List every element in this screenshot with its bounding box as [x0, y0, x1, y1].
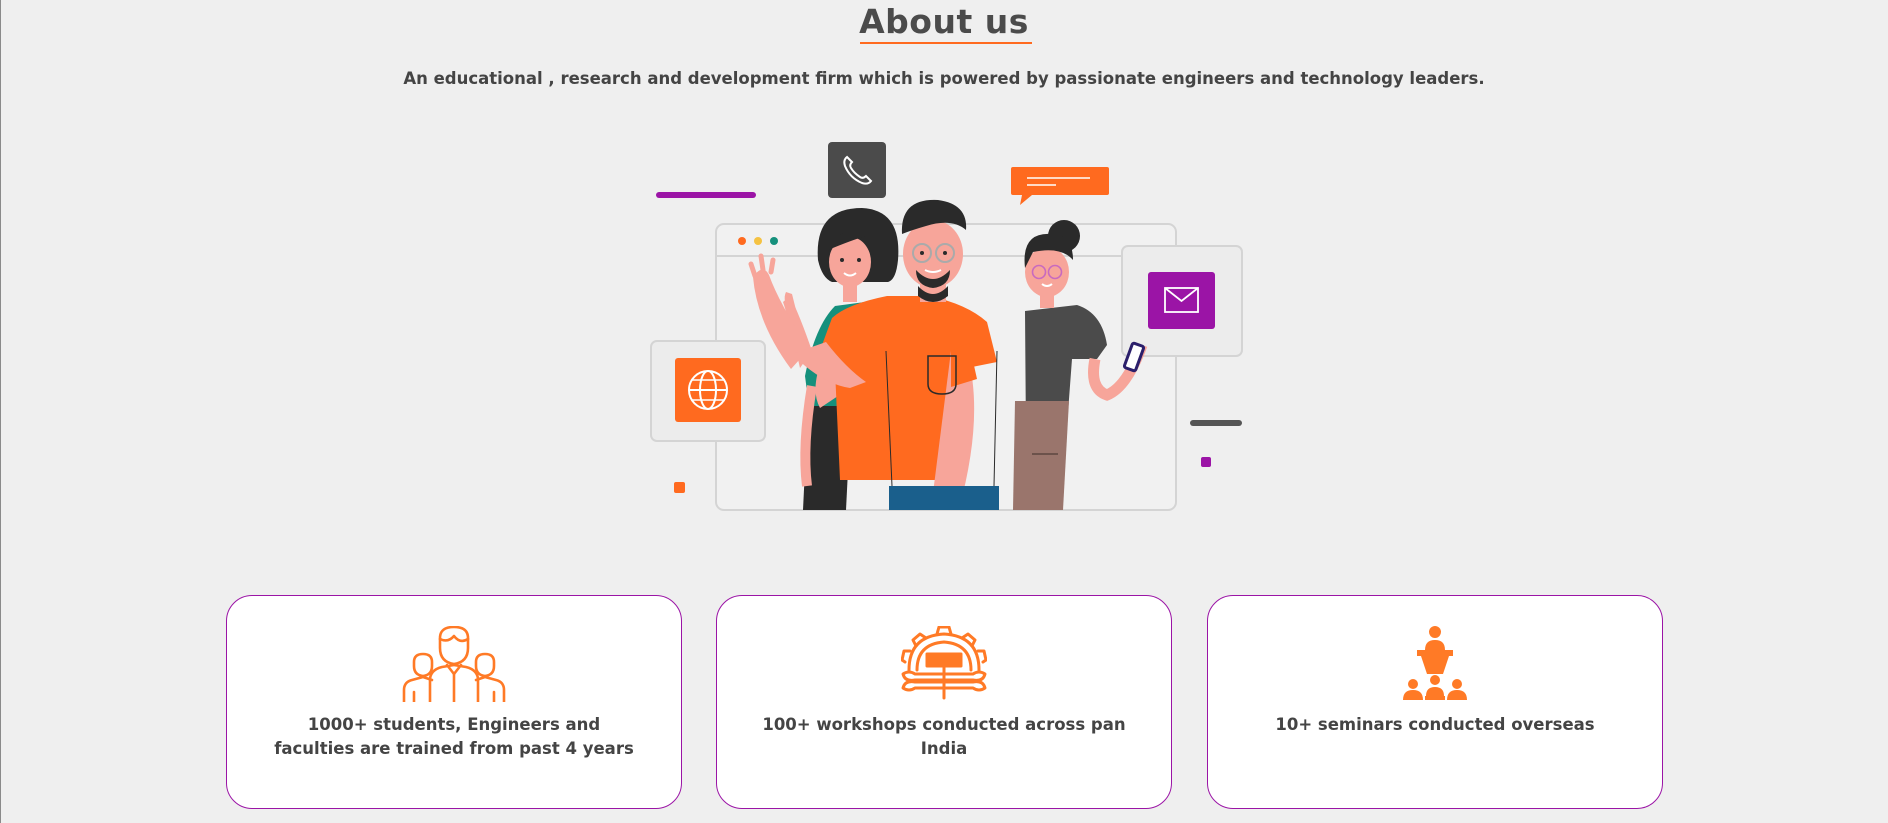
stat-card-workshops: 100+ workshops conducted across pan Indi… — [716, 595, 1172, 809]
mail-icon — [1121, 245, 1243, 357]
team-illustration — [650, 142, 1243, 511]
window-edge — [0, 0, 1, 823]
decor-grey-bar — [1190, 420, 1242, 426]
decor-orange-dot — [674, 482, 685, 493]
phone-icon — [828, 142, 886, 198]
stat-text: 1000+ students, Engineers and faculties … — [274, 715, 634, 758]
stat-card-seminars: 10+ seminars conducted overseas — [1207, 595, 1663, 809]
section-subtitle: An educational , research and developmen… — [403, 69, 1485, 88]
decor-purple-dot — [1201, 457, 1211, 467]
presenter-audience-icon — [1208, 626, 1662, 702]
decor-purple-bar — [656, 192, 756, 198]
title-underline — [860, 42, 1032, 44]
chat-bubble-icon — [1011, 167, 1109, 205]
globe-icon — [650, 340, 766, 442]
gear-tools-icon — [717, 626, 1171, 702]
stat-text: 10+ seminars conducted overseas — [1275, 715, 1595, 734]
stat-text: 100+ workshops conducted across pan Indi… — [762, 715, 1126, 758]
page-title: About us — [859, 2, 1029, 41]
stat-card-students: 1000+ students, Engineers and faculties … — [226, 595, 682, 809]
people-group-icon — [227, 626, 681, 702]
